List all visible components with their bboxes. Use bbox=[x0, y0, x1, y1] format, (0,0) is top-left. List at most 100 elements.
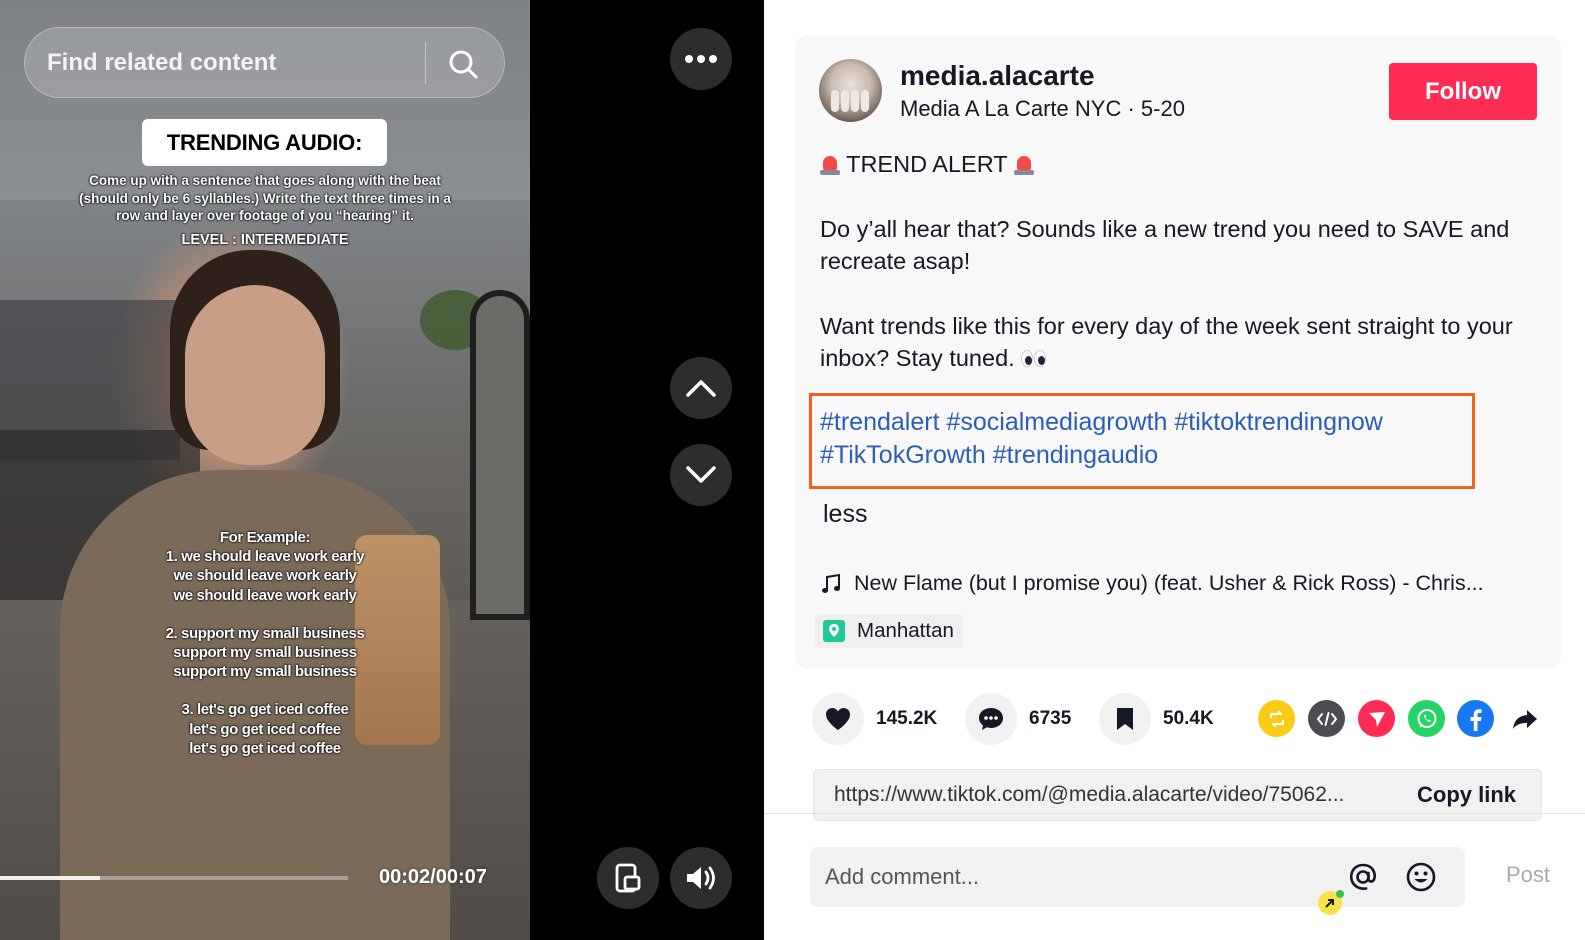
floating-player-button[interactable] bbox=[597, 847, 659, 909]
mention-button[interactable] bbox=[1345, 859, 1381, 895]
hashtag-link[interactable]: #socialmediagrowth bbox=[946, 408, 1167, 436]
heart-icon bbox=[826, 708, 850, 730]
location-tag[interactable]: Manhattan bbox=[815, 614, 963, 648]
search-icon bbox=[449, 50, 478, 79]
share-arrow-icon bbox=[1512, 709, 1537, 729]
video-progress-fill bbox=[0, 876, 100, 880]
video-url[interactable]: https://www.tiktok.com/@media.alacarte/v… bbox=[834, 783, 1394, 807]
volume-button[interactable] bbox=[670, 847, 732, 909]
comment-count: 6735 bbox=[1029, 708, 1072, 729]
overlay-description: Come up with a sentence that goes along … bbox=[70, 172, 460, 225]
facebook-share-button[interactable] bbox=[1457, 700, 1494, 737]
music-note-icon bbox=[822, 573, 840, 593]
example-heading: For Example: bbox=[219, 529, 311, 546]
video-time: 00:02/00:07 bbox=[379, 866, 487, 888]
music-link[interactable]: New Flame (but I promise you) (feat. Ush… bbox=[820, 571, 1484, 596]
previous-video-button[interactable] bbox=[670, 357, 732, 419]
comment-input[interactable] bbox=[825, 847, 1325, 907]
like-button[interactable]: 145.2K bbox=[812, 693, 937, 745]
whatsapp-icon bbox=[1417, 708, 1436, 728]
siren-icon bbox=[820, 152, 840, 176]
overlay-description-line: row and layer over footage of you “heari… bbox=[116, 208, 414, 223]
subline-separator: · bbox=[1121, 96, 1141, 121]
hashtag-list: #trendalert #socialmediagrowth #tiktoktr… bbox=[820, 406, 1470, 472]
video-progress-bar[interactable] bbox=[0, 876, 348, 880]
author-subline: Media A La Carte NYC · 5-20 bbox=[900, 96, 1185, 122]
example-line: we should leave work early bbox=[173, 567, 357, 585]
avatar-figure bbox=[851, 90, 859, 112]
avatar-figure bbox=[841, 90, 849, 112]
next-video-button[interactable] bbox=[670, 444, 732, 506]
example-spacer bbox=[120, 681, 410, 700]
example-spacer bbox=[120, 605, 410, 624]
follow-button[interactable]: Follow bbox=[1389, 63, 1537, 120]
avatar-figure bbox=[831, 90, 839, 112]
author-username[interactable]: media.alacarte bbox=[900, 60, 1095, 92]
example-line: 3. let's go get iced coffee bbox=[181, 701, 349, 719]
send-to-friend-button[interactable] bbox=[1358, 700, 1395, 737]
comment-icon bbox=[979, 708, 1003, 730]
caption-alert: TREND ALERT bbox=[820, 148, 1540, 180]
save-count: 50.4K bbox=[1163, 708, 1214, 729]
chevron-down-icon bbox=[686, 466, 716, 483]
bookmark-icon bbox=[1117, 708, 1133, 730]
more-options-button[interactable] bbox=[670, 28, 732, 90]
example-line: we should leave work early bbox=[173, 586, 357, 604]
divider bbox=[764, 813, 1585, 814]
video-player[interactable]: TRENDING AUDIO: Come up with a sentence … bbox=[0, 0, 530, 940]
chevron-up-icon bbox=[686, 380, 716, 397]
hashtag-link[interactable]: #TikTokGrowth bbox=[820, 441, 986, 469]
comment-input-box bbox=[810, 847, 1465, 907]
hashtag-link[interactable]: #trendingaudio bbox=[993, 441, 1158, 469]
search-bar bbox=[24, 27, 505, 98]
repost-button[interactable] bbox=[1258, 700, 1295, 737]
save-bubble bbox=[1099, 693, 1151, 745]
post-date: 5-20 bbox=[1140, 96, 1185, 121]
less-toggle[interactable]: less bbox=[823, 500, 867, 529]
overlay-level: LEVEL : INTERMEDIATE bbox=[181, 232, 349, 248]
send-icon bbox=[1368, 711, 1385, 727]
caption-paragraph-1: Do y’all hear that? Sounds like a new tr… bbox=[820, 216, 1510, 274]
embed-icon bbox=[1316, 711, 1337, 726]
hashtag-link[interactable]: #trendalert bbox=[820, 408, 940, 436]
search-button[interactable] bbox=[441, 42, 485, 86]
hashtag-link[interactable]: #tiktoktrendingnow bbox=[1174, 408, 1382, 436]
comment-button[interactable]: 6735 bbox=[965, 693, 1071, 745]
video-background bbox=[470, 290, 530, 620]
like-count: 145.2K bbox=[876, 708, 938, 729]
caption-paragraph-2: Want trends like this for every day of t… bbox=[820, 310, 1540, 374]
repost-icon bbox=[1269, 710, 1284, 727]
more-share-button[interactable] bbox=[1506, 700, 1543, 737]
example-line: support my small business bbox=[173, 663, 357, 681]
like-bubble bbox=[812, 693, 864, 745]
example-line: let's go get iced coffee bbox=[189, 720, 341, 738]
post-comment-button[interactable]: Post bbox=[1506, 862, 1550, 888]
location-pin-icon bbox=[823, 620, 845, 642]
floating-player-icon bbox=[615, 863, 641, 893]
whatsapp-share-button[interactable] bbox=[1408, 700, 1445, 737]
example-line: 2. support my small business bbox=[165, 624, 365, 642]
overlay-title: TRENDING AUDIO: bbox=[142, 119, 387, 166]
facebook-icon bbox=[1470, 708, 1482, 731]
embed-button[interactable] bbox=[1308, 700, 1345, 737]
siren-icon bbox=[1013, 152, 1034, 176]
example-line: support my small business bbox=[173, 644, 357, 662]
copy-link-button[interactable]: Copy link bbox=[1417, 782, 1516, 808]
mouse-cursor-icon bbox=[1318, 890, 1344, 915]
overlay-example: For Example: 1. we should leave work ear… bbox=[120, 528, 410, 758]
overlay-description-line: Come up with a sentence that goes along … bbox=[89, 173, 441, 188]
volume-icon bbox=[687, 866, 715, 890]
comment-bubble bbox=[965, 693, 1017, 745]
location-name: Manhattan bbox=[857, 619, 954, 642]
caption-alert-text: TREND ALERT bbox=[846, 151, 1008, 177]
save-button[interactable]: 50.4K bbox=[1099, 693, 1214, 745]
avatar[interactable] bbox=[819, 59, 882, 122]
caption-paragraph-2-text: Want trends like this for every day of t… bbox=[820, 313, 1513, 371]
eyes-icon bbox=[1021, 348, 1047, 368]
search-divider bbox=[425, 42, 426, 84]
more-dots-icon bbox=[685, 55, 717, 63]
emoji-button[interactable] bbox=[1403, 859, 1439, 895]
search-input[interactable] bbox=[47, 28, 427, 97]
example-line: 1. we should leave work early bbox=[165, 548, 365, 566]
emoji-icon bbox=[1406, 862, 1436, 892]
